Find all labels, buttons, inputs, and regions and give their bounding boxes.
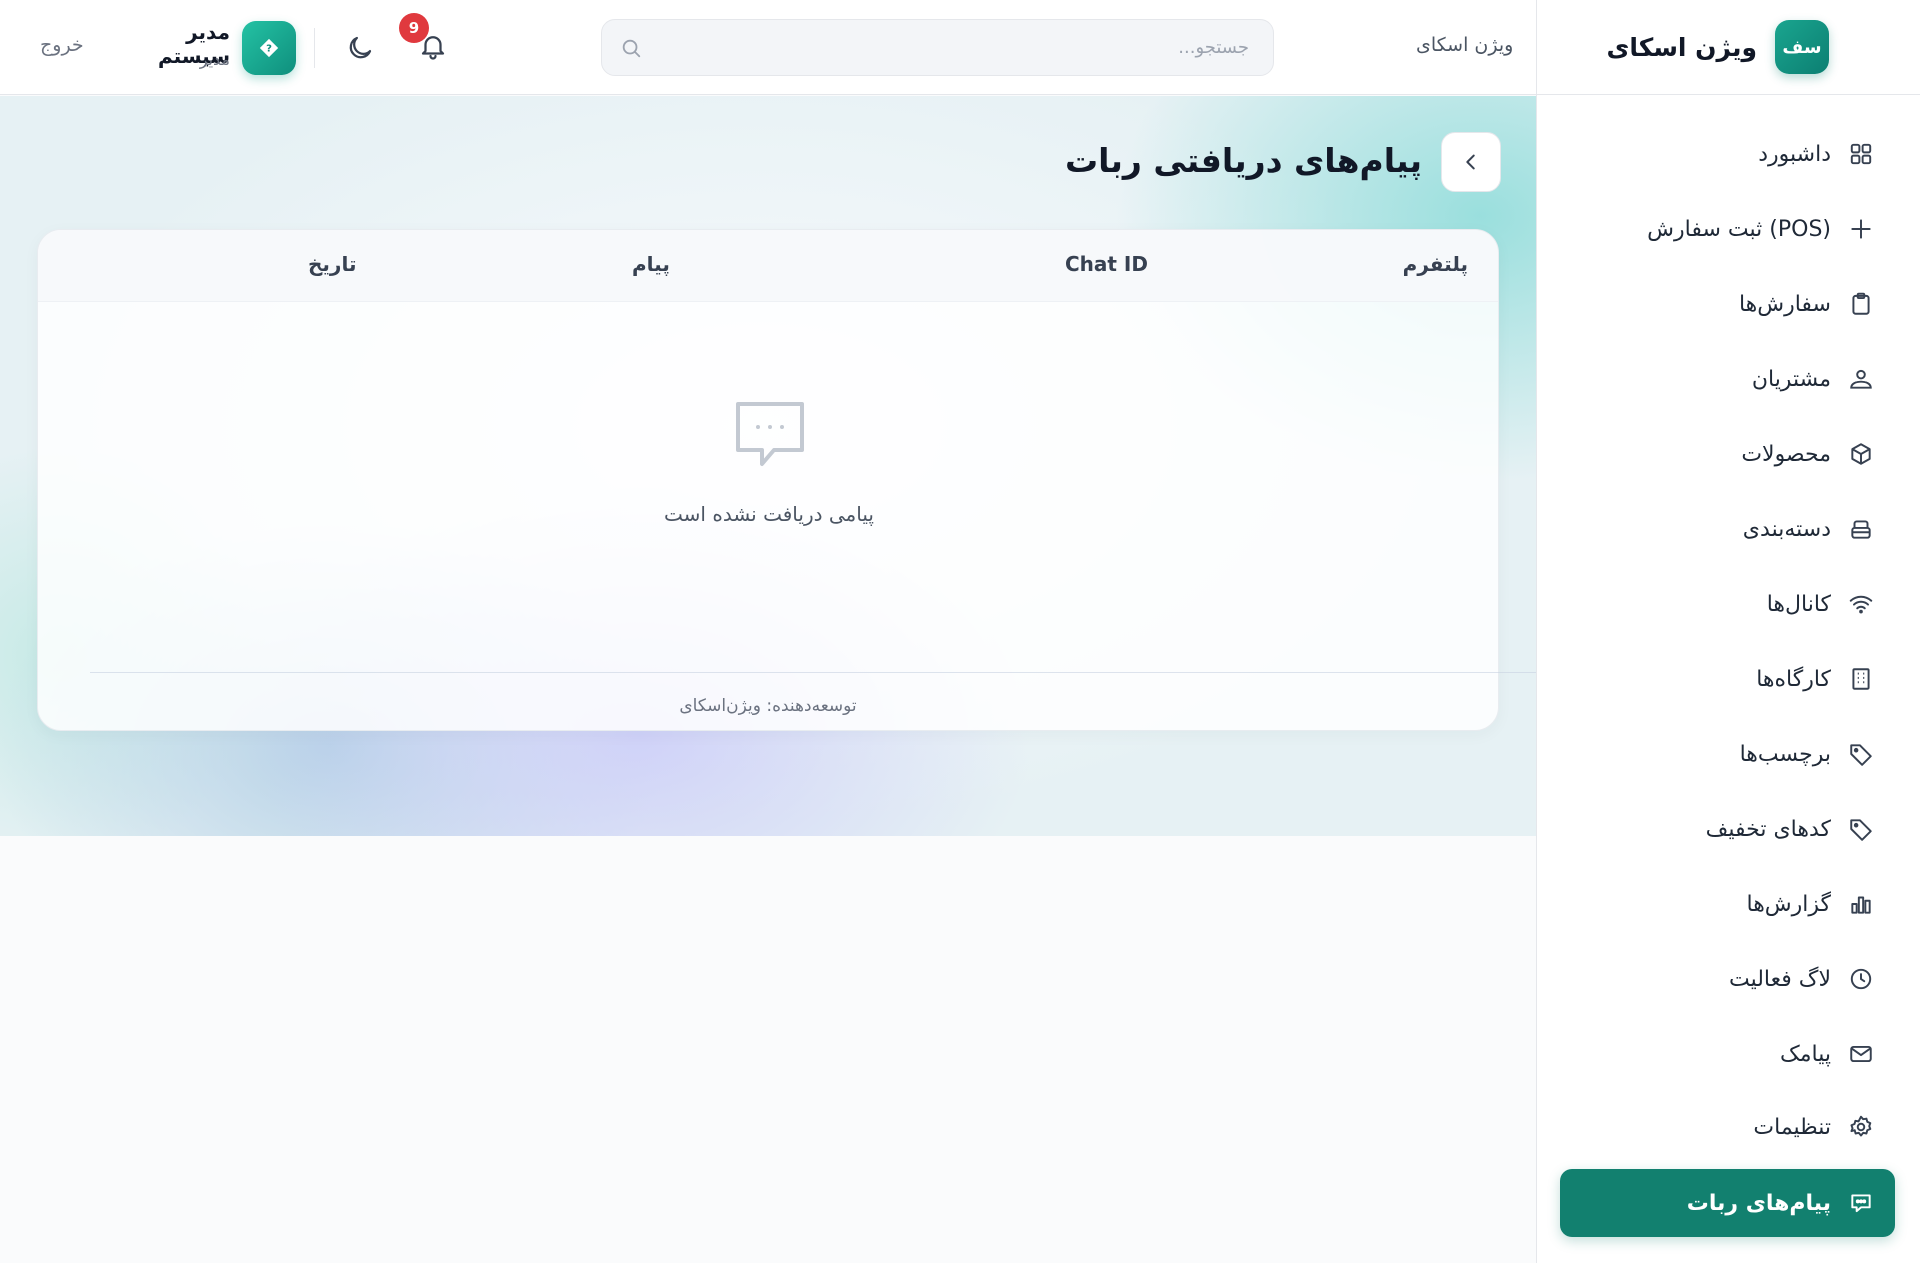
sidebar-item-label: لاگ فعالیت bbox=[1728, 966, 1831, 992]
notification-badge: 9 bbox=[399, 13, 429, 43]
sidebar-item-activity-log[interactable]: لاگ فعالیت bbox=[1560, 945, 1895, 1013]
column-header-chat-id: Chat ID bbox=[1065, 252, 1148, 276]
sidebar-item-label: سفارش‌ها bbox=[1738, 291, 1831, 317]
messages-table-card: پلتفرم Chat ID پیام تاریخ پیامی دریافت ن… bbox=[37, 229, 1499, 731]
customers-icon bbox=[1847, 365, 1875, 393]
header-divider bbox=[314, 28, 315, 68]
sidebar-item-customers[interactable]: مشتریان bbox=[1560, 345, 1895, 413]
sidebar-item-labels[interactable]: برچسب‌ها bbox=[1560, 720, 1895, 788]
moon-icon[interactable] bbox=[345, 33, 375, 63]
table-header: پلتفرم Chat ID پیام تاریخ bbox=[38, 230, 1498, 302]
category-icon bbox=[1847, 515, 1875, 543]
sidebar-item-label: کدهای تخفیف bbox=[1705, 816, 1831, 842]
sidebar-item-channels[interactable]: کانال‌ها bbox=[1560, 570, 1895, 638]
user-role: مدیر bbox=[199, 50, 230, 69]
sidebar-item-label: مشتریان bbox=[1751, 366, 1831, 392]
bar-chart-icon bbox=[1847, 890, 1875, 918]
sidebar-item-settings[interactable]: تنظیمات bbox=[1560, 1093, 1895, 1161]
sidebar-item-workshops[interactable]: کارگاه‌ها bbox=[1560, 645, 1895, 713]
sidebar-item-orders[interactable]: سفارش‌ها bbox=[1560, 270, 1895, 338]
sidebar-item-label: تنظیمات bbox=[1753, 1114, 1831, 1140]
plus-icon bbox=[1847, 215, 1875, 243]
sidebar-item-label: برچسب‌ها bbox=[1739, 741, 1831, 767]
column-header-platform: پلتفرم bbox=[1402, 252, 1468, 276]
sidebar-item-label: داشبورد bbox=[1758, 141, 1831, 167]
footer-divider bbox=[90, 672, 1536, 673]
column-header-message: پیام bbox=[632, 252, 670, 276]
sidebar-item-label: دسته‌بندی bbox=[1742, 516, 1831, 542]
svg-text:?: ? bbox=[266, 44, 272, 55]
search-icon bbox=[622, 39, 641, 58]
building-icon bbox=[1847, 665, 1875, 693]
sidebar-brand: ویژن اسکای سف bbox=[1537, 0, 1920, 95]
clipboard-icon bbox=[1847, 290, 1875, 318]
sidebar-item-pos[interactable]: ثبت سفارش (POS) bbox=[1560, 195, 1895, 263]
page-title: پیام‌های دریافتی ربات bbox=[1064, 141, 1422, 180]
empty-chat-icon bbox=[736, 402, 804, 466]
column-header-date: تاریخ bbox=[308, 252, 357, 276]
sidebar-item-reports[interactable]: گزارش‌ها bbox=[1560, 870, 1895, 938]
chat-icon bbox=[1847, 1189, 1875, 1217]
sidebar-item-label: کانال‌ها bbox=[1766, 591, 1831, 617]
sidebar-item-bot-messages[interactable]: پیام‌های ربات bbox=[1560, 1169, 1895, 1237]
brand-name: ویژن اسکای bbox=[1606, 32, 1757, 62]
top-header: ویژن اسکای 9 ? مدیر سیستم مدیر خروج bbox=[0, 0, 1536, 95]
wifi-icon bbox=[1847, 590, 1875, 618]
sidebar-item-label: محصولات bbox=[1741, 441, 1831, 467]
dashboard-icon bbox=[1847, 140, 1875, 168]
sidebar-item-dashboard[interactable]: داشبورد bbox=[1560, 120, 1895, 188]
search-input[interactable] bbox=[602, 20, 1273, 75]
chevron-left-icon bbox=[1466, 154, 1475, 170]
sidebar-item-label: ثبت سفارش (POS) bbox=[1647, 216, 1831, 242]
discount-tag-icon bbox=[1847, 815, 1875, 843]
clock-icon bbox=[1847, 965, 1875, 993]
back-button[interactable] bbox=[1441, 132, 1501, 192]
header-brand-text: ویژن اسکای bbox=[1416, 34, 1514, 56]
sidebar-item-discounts[interactable]: کدهای تخفیف bbox=[1560, 795, 1895, 863]
empty-state-text: پیامی دریافت نشده است bbox=[664, 502, 874, 526]
sidebar-item-products[interactable]: محصولات bbox=[1560, 420, 1895, 488]
logout-link[interactable]: خروج bbox=[40, 34, 84, 56]
sidebar-item-label: پیام‌های ربات bbox=[1686, 1190, 1831, 1216]
footer-credit: توسعه‌دهنده: ویژن‌اسکای bbox=[679, 696, 857, 716]
sidebar-item-label: کارگاه‌ها bbox=[1756, 666, 1831, 692]
tag-icon bbox=[1847, 740, 1875, 768]
sidebar-item-categories[interactable]: دسته‌بندی bbox=[1560, 495, 1895, 563]
search-box[interactable] bbox=[601, 19, 1274, 76]
mail-icon bbox=[1847, 1040, 1875, 1068]
sidebar-item-sms[interactable]: پیامک bbox=[1560, 1020, 1895, 1088]
brand-logo[interactable]: سف bbox=[1775, 20, 1829, 74]
sidebar: ویژن اسکای سف داشبورد ثبت سفارش (POS) سف… bbox=[1536, 0, 1920, 1263]
sidebar-item-label: گزارش‌ها bbox=[1746, 891, 1831, 917]
diamond-icon: ? bbox=[259, 38, 279, 58]
sidebar-item-label: پیامک bbox=[1780, 1041, 1831, 1067]
box-icon bbox=[1847, 440, 1875, 468]
gear-icon bbox=[1847, 1113, 1875, 1141]
user-avatar[interactable]: ? bbox=[242, 21, 296, 75]
main-content: پیام‌های دریافتی ربات پلتفرم Chat ID پیا… bbox=[0, 96, 1536, 836]
